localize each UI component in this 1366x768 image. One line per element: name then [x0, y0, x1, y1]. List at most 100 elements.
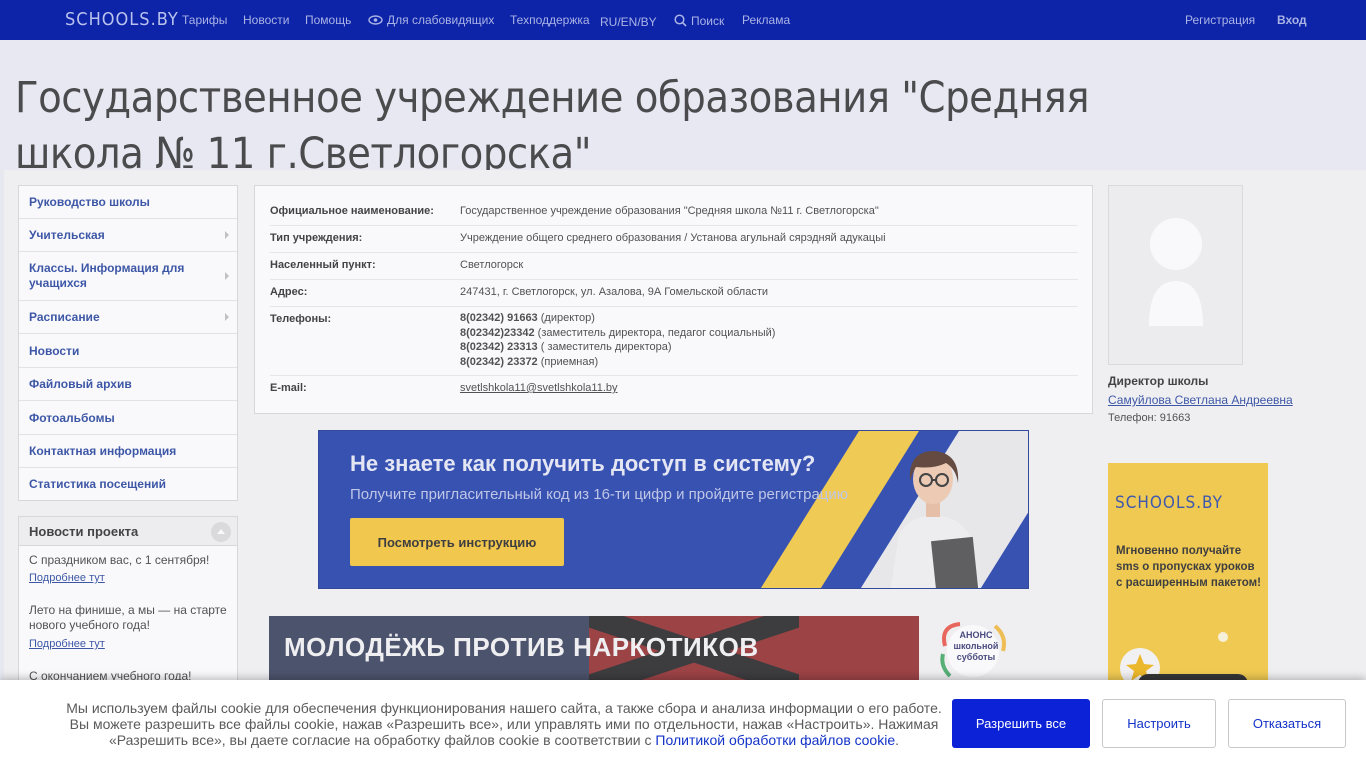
access-instruction-banner[interactable]: Не знаете как получить доступ в систему?…	[318, 430, 1029, 589]
banner-heading: Не знаете как получить доступ в систему?	[350, 451, 816, 476]
nav-support[interactable]: Техподдержка	[510, 13, 590, 27]
sidebar-item-label: Расписание	[29, 310, 100, 324]
saturday-announcement-text: АНОНС школьной субботы	[953, 630, 999, 662]
sidebar-item-label: Классы. Информация для учащихся	[29, 261, 185, 290]
sidebar-item-label: Руководство школы	[29, 195, 150, 209]
chevron-right-icon	[225, 272, 229, 280]
phone-entry: 8(02342) 23372 (приемная)	[460, 355, 775, 370]
info-value: Учреждение общего среднего образования /…	[460, 232, 886, 244]
director-title: Директор школы	[1108, 374, 1209, 388]
chevron-right-icon	[225, 231, 229, 239]
news-item-text: Лето на финише, а мы — на старте нового …	[29, 603, 227, 632]
project-news-header: Новости проекта	[19, 517, 237, 546]
email-link[interactable]: svetlshkola11@svetlshkola11.by	[460, 382, 618, 394]
school-info-card: Официальное наименование: Государственно…	[254, 185, 1093, 414]
page-title: Государственное учреждение образования "…	[15, 73, 1090, 170]
banner-subheading: Получите пригласительный код из 16-ти ци…	[350, 486, 849, 503]
info-value: Государственное учреждение образования "…	[460, 205, 879, 217]
info-label: Телефоны:	[270, 313, 332, 325]
woman-with-folder-illustration	[890, 451, 980, 588]
nav-low-vision[interactable]: Для слабовидящих	[368, 13, 494, 27]
sidebar-item-label: Фотоальбомы	[29, 410, 115, 425]
phone-number: 8(02342) 23372	[460, 355, 538, 368]
sidebar-item-label: Контактная информация	[29, 444, 177, 458]
sidebar-item-label: Новости	[29, 343, 80, 358]
sidebar-item-schedule[interactable]: Расписание	[19, 301, 237, 334]
nav-help[interactable]: Помощь	[305, 13, 351, 27]
info-row-official-name: Официальное наименование: Государственно…	[270, 199, 1078, 226]
allow-all-cookies-button[interactable]: Разрешить все	[952, 699, 1090, 748]
nav-low-vision-label: Для слабовидящих	[387, 13, 495, 27]
nav-search[interactable]: Поиск	[674, 14, 724, 28]
phone-number: 8(02342)23342	[460, 326, 535, 339]
decline-cookies-button[interactable]: Отказаться	[1228, 699, 1346, 748]
info-label: Тип учреждения:	[270, 232, 363, 244]
chevron-right-icon	[225, 313, 229, 321]
phone-note: (заместитель директора, педагог социальн…	[534, 326, 776, 339]
sidebar-item-contacts[interactable]: Контактная информация	[19, 435, 237, 468]
promo-logo: SCHOOLS.BY	[1115, 493, 1223, 513]
phone-number: 8(02342) 91663	[460, 312, 538, 324]
phone-note: ( заместитель директора)	[537, 341, 672, 353]
cookie-text-end: .	[895, 732, 900, 748]
collapse-toggle-icon[interactable]	[211, 522, 231, 542]
info-row-phones: Телефоны: 8(02342) 91663 (директор) 8(02…	[270, 307, 1078, 376]
info-row-address: Адрес: 247431, г. Светлогорск, ул. Азало…	[270, 280, 1078, 307]
nav-language[interactable]: RU/EN/BY	[600, 15, 657, 29]
cookie-policy-link[interactable]: Политикой обработки файлов cookie	[655, 732, 895, 748]
phone-note: (директор)	[537, 312, 595, 324]
director-name-link[interactable]: Самуйлова Светлана Андреевна	[1108, 393, 1293, 407]
sidebar-item-file-archive[interactable]: Файловый архив	[19, 368, 237, 401]
nav-news[interactable]: Новости	[243, 13, 289, 27]
news-item-link[interactable]: Подробнее тут	[29, 638, 105, 650]
promo-text: Мгновенно получайте sms о пропусках урок…	[1116, 545, 1261, 589]
info-row-type: Тип учреждения: Учреждение общего средне…	[270, 226, 1078, 253]
info-value: 247431, г. Светлогорск, ул. Азалова, 9А …	[460, 286, 769, 298]
nav-search-label: Поиск	[691, 14, 725, 28]
top-navigation-bar: SCHOOLS.BY Тарифы Новости Помощь Для сла…	[0, 0, 1366, 40]
project-news-title: Новости проекта	[29, 524, 139, 539]
user-avatar-icon	[1149, 218, 1203, 326]
register-link[interactable]: Регистрация	[1185, 13, 1255, 27]
anti-drug-banner[interactable]: МОЛОДЁЖЬ ПРОТИВ НАРКОТИКОВ	[269, 616, 919, 686]
sms-promo-banner[interactable]: SCHOOLS.BY Мгновенно получайте sms о про…	[1108, 463, 1268, 688]
star-badge-icon	[1120, 632, 1248, 688]
nav-ads[interactable]: Реклама	[742, 13, 790, 27]
saturday-announcement-badge[interactable]: АНОНС школьной субботы	[935, 616, 1010, 686]
login-link[interactable]: Вход	[1277, 13, 1307, 27]
info-row-email: E-mail: svetlshkola11@svetlshkola11.by	[270, 376, 1078, 403]
sidebar-item-photo-albums[interactable]: Фотоальбомы	[19, 401, 237, 435]
eye-icon	[368, 15, 383, 25]
search-icon	[674, 14, 687, 27]
sidebar-item-teachers[interactable]: Учительская	[19, 219, 237, 252]
director-phone: Телефон: 91663	[1108, 412, 1191, 424]
phone-entry: 8(02342) 23313 ( заместитель директора)	[460, 340, 775, 355]
sidebar-item-label: Файловый архив	[29, 377, 132, 391]
info-value: Светлогорск	[460, 259, 524, 271]
view-instruction-button[interactable]: Посмотреть инструкцию	[350, 518, 564, 566]
nav-tariffs[interactable]: Тарифы	[182, 13, 227, 27]
director-photo-placeholder	[1108, 185, 1243, 365]
site-logo[interactable]: SCHOOLS.BY	[65, 9, 179, 30]
sidebar-item-school-management[interactable]: Руководство школы	[19, 186, 237, 219]
phone-entry: 8(02342) 91663 (директор)	[460, 311, 775, 326]
cookie-consent-bar: Мы используем файлы cookie для обеспечен…	[0, 680, 1366, 768]
page-header: Государственное учреждение образования "…	[0, 40, 1366, 170]
info-label: Населенный пункт:	[270, 259, 376, 271]
sidebar-item-label: Статистика посещений	[29, 477, 166, 491]
news-item-text: С праздником вас, с 1 сентября!	[29, 553, 210, 567]
info-row-city: Населенный пункт: Светлогорск	[270, 253, 1078, 280]
info-label: Официальное наименование:	[270, 205, 434, 217]
sidebar-item-statistics[interactable]: Статистика посещений	[19, 468, 237, 500]
info-label: Адрес:	[270, 286, 308, 298]
phone-note: (приемная)	[537, 355, 599, 368]
sidebar-item-label: Учительская	[29, 228, 105, 242]
news-item-link[interactable]: Подробнее тут	[29, 572, 105, 584]
sidebar-menu: Руководство школы Учительская Классы. Ин…	[18, 185, 238, 501]
sidebar-item-classes[interactable]: Классы. Информация для учащихся	[19, 252, 237, 301]
sidebar-item-news[interactable]: Новости	[19, 334, 237, 368]
cookie-consent-text: Мы используем файлы cookie для обеспечен…	[55, 700, 953, 748]
anti-drug-banner-title: МОЛОДЁЖЬ ПРОТИВ НАРКОТИКОВ	[284, 632, 759, 662]
info-label: E-mail:	[270, 382, 307, 394]
configure-cookies-button[interactable]: Настроить	[1102, 699, 1216, 748]
